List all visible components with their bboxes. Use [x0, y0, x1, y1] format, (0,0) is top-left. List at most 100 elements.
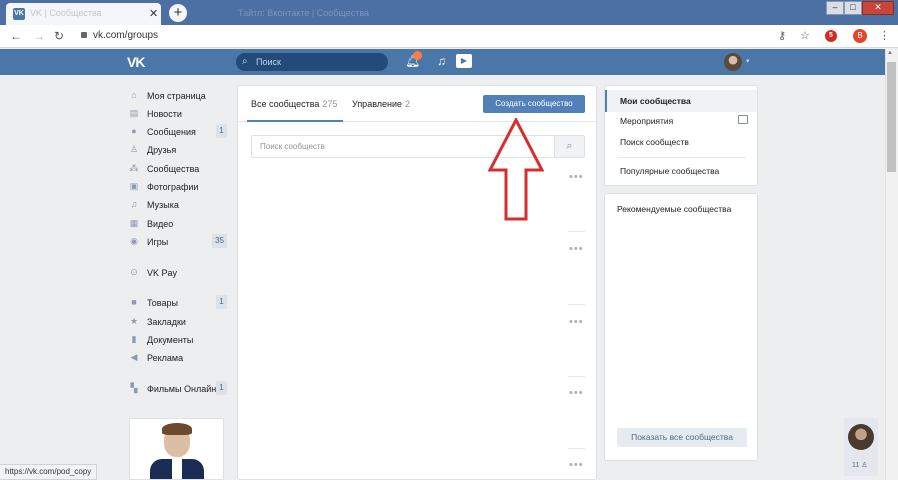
browser-tab-strip: VK VK | Сообщества ✕ + Тайтл: Вконтакте …: [0, 0, 898, 25]
nav-events[interactable]: Мероприятия: [620, 116, 673, 126]
menu-item-bookmarks[interactable]: ★ Закладки: [127, 314, 227, 330]
more-options-icon[interactable]: •••: [569, 243, 584, 255]
gamepad-icon: ◉: [130, 236, 138, 246]
browser-status-bar: https://vk.com/pod_copy: [0, 464, 98, 480]
groups-icon: ⁂: [129, 163, 139, 173]
menu-item-label: Сообщества: [147, 164, 200, 174]
menu-item-films[interactable]: ▚ Фильмы Онлайн 1: [127, 381, 227, 397]
more-options-icon[interactable]: •••: [569, 387, 584, 399]
messages-icon: ●: [131, 126, 137, 136]
header-search-input[interactable]: ⌕ Поиск: [236, 53, 388, 71]
more-options-icon[interactable]: •••: [569, 316, 584, 328]
vk-logo[interactable]: VK: [127, 54, 145, 70]
friend-avatar[interactable]: [848, 424, 874, 450]
row-divider: [568, 376, 585, 377]
reload-icon[interactable]: ↻: [54, 29, 64, 43]
promo-person-hair: [162, 423, 192, 435]
promo-banner[interactable]: [129, 418, 224, 480]
promo-person-shirt: [172, 459, 182, 479]
tab-close-icon[interactable]: ✕: [149, 7, 158, 20]
tab-all-groups[interactable]: Все сообщества 275: [251, 99, 337, 109]
menu-item-news[interactable]: ▤ Новости: [127, 106, 227, 122]
tab-count: 2: [405, 99, 411, 109]
profile-avatar[interactable]: B: [853, 29, 867, 43]
active-tab-underline: [247, 120, 343, 122]
group-search-placeholder: Поиск сообществ: [260, 142, 325, 151]
browser-tab-title: VK | Сообщества: [30, 8, 102, 18]
bag-icon: ■: [131, 297, 137, 307]
groups-tabs: Все сообщества 275 Управление 2 Создать со…: [238, 86, 596, 122]
tab-management[interactable]: Управление 2: [352, 99, 410, 109]
menu-item-my-page[interactable]: ⌂ Моя страница: [127, 88, 227, 104]
recommended-title: Рекомендуемые сообщества: [617, 204, 732, 214]
person-icon: ♙: [861, 462, 868, 469]
nav-popular-groups[interactable]: Популярные сообщества: [620, 166, 719, 176]
menu-item-photos[interactable]: ▣ Фотографии: [127, 179, 227, 195]
menu-item-label: Новости: [147, 109, 182, 119]
music-icon[interactable]: ♫: [437, 54, 446, 68]
new-tab-button[interactable]: +: [169, 4, 187, 22]
maximize-button[interactable]: □: [844, 1, 862, 15]
row-divider: [568, 448, 585, 449]
friends-count-value: 11: [852, 462, 860, 469]
vk-header: VK ⌕ Поиск 🔔︎ ♫ ▶ ▾: [0, 49, 885, 75]
key-icon[interactable]: ⚷: [778, 29, 786, 42]
menu-item-label: Товары: [147, 298, 178, 308]
friends-online-count: 11 ♙: [852, 461, 868, 469]
menu-item-friends[interactable]: ♙ Друзья: [127, 142, 227, 158]
menu-item-label: Фотографии: [147, 182, 199, 192]
menu-dots-icon[interactable]: ⋮: [879, 29, 890, 42]
nav-search-groups[interactable]: Поиск сообществ: [620, 137, 689, 147]
calendar-icon[interactable]: [738, 115, 748, 124]
menu-item-label: Друзья: [147, 145, 177, 155]
news-icon: ▤: [129, 108, 139, 118]
chevron-down-icon[interactable]: ▾: [746, 57, 750, 65]
extension-badge[interactable]: 5: [825, 30, 837, 42]
search-icon[interactable]: ⌕: [554, 135, 585, 158]
menu-item-documents[interactable]: ▮ Документы: [127, 332, 227, 348]
scrollbar-thumb[interactable]: [887, 62, 896, 172]
nav-my-groups[interactable]: Мои сообщества: [620, 96, 691, 106]
window-title: Тайтл: Вконтакте | Сообщества: [238, 8, 370, 18]
document-icon: ▮: [131, 334, 137, 344]
menu-item-label: Игры: [147, 237, 169, 247]
address-bar[interactable]: vk.com/groups: [93, 30, 158, 41]
play-icon[interactable]: ▶: [456, 54, 472, 68]
menu-item-label: Музыка: [147, 200, 179, 210]
bookmark-star-icon[interactable]: ☆: [800, 29, 810, 42]
more-options-icon[interactable]: •••: [569, 171, 584, 183]
camera-icon: ▣: [129, 181, 139, 191]
menu-item-games[interactable]: ◉ Игры 35: [127, 234, 227, 250]
row-divider: [568, 231, 585, 232]
close-window-button[interactable]: ✕: [862, 1, 894, 15]
more-options-icon[interactable]: •••: [569, 459, 584, 471]
menu-item-ads[interactable]: ◀ Реклама: [127, 350, 227, 366]
forward-icon[interactable]: →: [33, 29, 45, 43]
notification-badge: [413, 51, 422, 60]
menu-item-label: Документы: [147, 335, 194, 345]
menu-item-music[interactable]: ♫ Музыка: [127, 197, 227, 213]
browser-tab[interactable]: VK VK | Сообщества ✕: [6, 3, 161, 25]
header-search-placeholder: Поиск: [256, 57, 281, 67]
menu-item-count: 1: [216, 124, 227, 138]
search-icon: ⌕: [242, 56, 248, 67]
back-icon[interactable]: ←: [10, 29, 22, 43]
row-divider: [568, 304, 585, 305]
user-avatar[interactable]: [724, 53, 742, 71]
groups-side-nav: Мои сообщества Мероприятия Поиск сообщес…: [604, 85, 758, 186]
home-icon: ⌂: [131, 90, 137, 100]
friend-icon: ♙: [129, 144, 139, 154]
menu-item-messages[interactable]: ● Сообщения 1: [127, 124, 227, 140]
menu-item-groups[interactable]: ⁂ Сообщества: [127, 161, 227, 177]
show-all-groups-button[interactable]: Показать все сообщества: [617, 428, 747, 447]
minimize-button[interactable]: –: [826, 1, 844, 15]
scroll-up-icon[interactable]: ▲: [887, 50, 893, 56]
menu-item-goods[interactable]: ■ Товары 1: [127, 295, 227, 311]
browser-toolbar: ← → ↻ vk.com/groups ⚷ ☆ 5 B ⋮: [0, 25, 898, 48]
music-icon: ♫: [130, 199, 138, 209]
menu-item-vk-pay[interactable]: ⊙ VK Pay: [127, 265, 227, 281]
menu-item-video[interactable]: ▦ Видео: [127, 216, 227, 232]
window-controls: – □ ✕: [826, 1, 894, 15]
menu-item-label: Фильмы Онлайн: [147, 384, 217, 394]
create-group-button[interactable]: Создать сообщество: [483, 95, 585, 113]
